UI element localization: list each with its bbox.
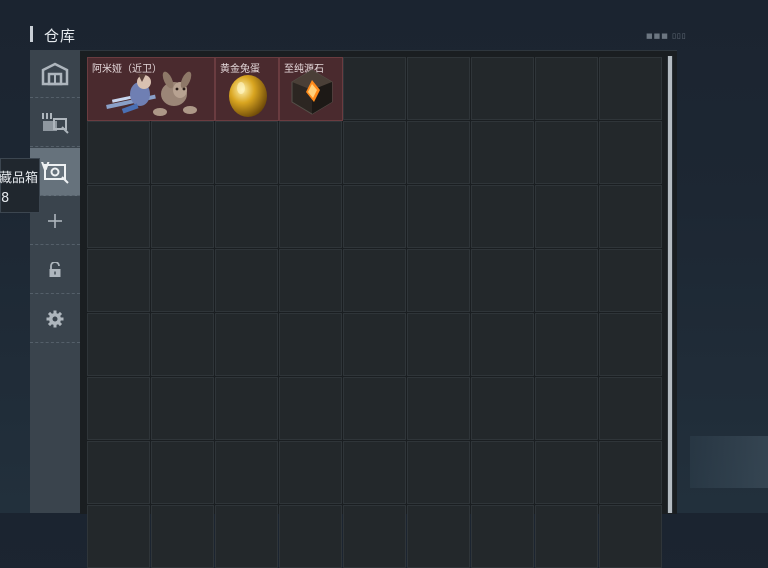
inventory-cell[interactable] [279,313,342,376]
inventory-cell[interactable] [151,505,214,568]
inventory-cell[interactable] [535,57,598,120]
inventory-cell[interactable] [87,377,150,440]
inventory-cell[interactable] [215,121,278,184]
inventory-cell[interactable] [279,249,342,312]
inventory-cell[interactable] [599,249,662,312]
inventory-cell[interactable] [599,121,662,184]
inventory-cell[interactable] [599,57,662,120]
inventory-cell[interactable] [599,441,662,504]
inventory-cell[interactable] [87,441,150,504]
inventory-cell[interactable] [407,505,470,568]
scrollbar-thumb[interactable] [668,56,672,513]
inventory-cell[interactable] [343,377,406,440]
tooltip-name: 藏品箱 [0,171,39,186]
inventory-cell[interactable] [535,377,598,440]
header-bar [30,26,33,42]
item-slot-originium[interactable]: 至纯源石 [279,57,343,121]
inventory-cell[interactable] [407,377,470,440]
inventory-cell[interactable] [343,57,406,120]
inventory-panel: 阿米娅（近卫） 黄金兔蛋 至纯源石 [80,50,677,568]
vault-icon: V [40,159,70,185]
inventory-cell[interactable] [279,377,342,440]
inventory-cell[interactable] [343,249,406,312]
inventory-cell[interactable] [407,121,470,184]
inventory-cell[interactable] [151,249,214,312]
inventory-cell[interactable] [87,185,150,248]
inventory-cell[interactable] [535,121,598,184]
inventory-cell[interactable] [343,505,406,568]
item-slot-golden-egg[interactable]: 黄金兔蛋 [215,57,279,121]
plus-icon [47,213,63,229]
operator-icon [40,111,70,135]
inventory-cell[interactable] [215,441,278,504]
inventory-cell[interactable] [471,121,534,184]
inventory-cell[interactable] [407,185,470,248]
warehouse-icon [41,62,69,86]
inventory-cell[interactable] [407,313,470,376]
inventory-cell[interactable] [407,441,470,504]
inventory-cell[interactable] [151,441,214,504]
inventory-cell[interactable] [471,377,534,440]
inventory-cell[interactable] [535,185,598,248]
inventory-cell[interactable] [215,249,278,312]
inventory-cell[interactable] [87,313,150,376]
gear-icon [46,310,64,328]
sidebar-item-settings[interactable] [30,295,80,343]
inventory-cell[interactable] [279,505,342,568]
inventory-cell[interactable] [599,185,662,248]
inventory-cell[interactable] [215,377,278,440]
sidebar-item-lock[interactable] [30,246,80,294]
inventory-cell[interactable] [535,249,598,312]
inventory-cell[interactable] [151,185,214,248]
background-ghost-panel [690,436,768,488]
sidebar-item-warehouse[interactable] [30,50,80,98]
item-slot-amiya[interactable]: 阿米娅（近卫） [87,57,215,121]
inventory-cell[interactable] [471,505,534,568]
inventory-cell[interactable] [471,185,534,248]
tooltip: 藏品箱 8 [0,158,40,213]
lock-icon [48,261,62,278]
amiya-guard-figure-icon [100,70,204,120]
inventory-cell[interactable] [471,57,534,120]
inventory-cell[interactable] [471,441,534,504]
inventory-cell[interactable] [599,505,662,568]
inventory-cell[interactable] [471,313,534,376]
inventory-cell[interactable] [151,121,214,184]
inventory-cell[interactable] [599,377,662,440]
inventory-cell[interactable] [343,121,406,184]
inventory-grid: 阿米娅（近卫） 黄金兔蛋 至纯源石 [87,57,663,568]
inventory-cell[interactable] [279,185,342,248]
inventory-cell[interactable] [87,121,150,184]
inventory-cell[interactable] [343,313,406,376]
inventory-cell[interactable] [151,313,214,376]
sidebar: V [30,50,80,513]
inventory-cell[interactable] [407,57,470,120]
inventory-cell[interactable] [215,505,278,568]
originium-crystal-icon [288,68,336,120]
inventory-cell[interactable] [471,249,534,312]
inventory-cell[interactable] [151,377,214,440]
inventory-cell[interactable] [215,185,278,248]
inventory-cell[interactable] [343,185,406,248]
inventory-cell[interactable] [535,313,598,376]
inventory-cell[interactable] [87,249,150,312]
inventory-cell[interactable] [279,441,342,504]
inventory-cell[interactable] [535,505,598,568]
header-decoration: ■■■ ▯▯▯ [646,32,687,40]
inventory-cell[interactable] [343,441,406,504]
inventory-cell[interactable] [599,313,662,376]
inventory-cell[interactable] [215,313,278,376]
inventory-cell[interactable] [407,249,470,312]
sidebar-item-operators[interactable] [30,99,80,147]
tooltip-count: 8 [1,191,10,206]
page-title: 仓库 [44,27,77,45]
inventory-cell[interactable] [279,121,342,184]
inventory-cell[interactable] [87,505,150,568]
inventory-cell[interactable] [535,441,598,504]
golden-egg-icon [228,70,268,120]
